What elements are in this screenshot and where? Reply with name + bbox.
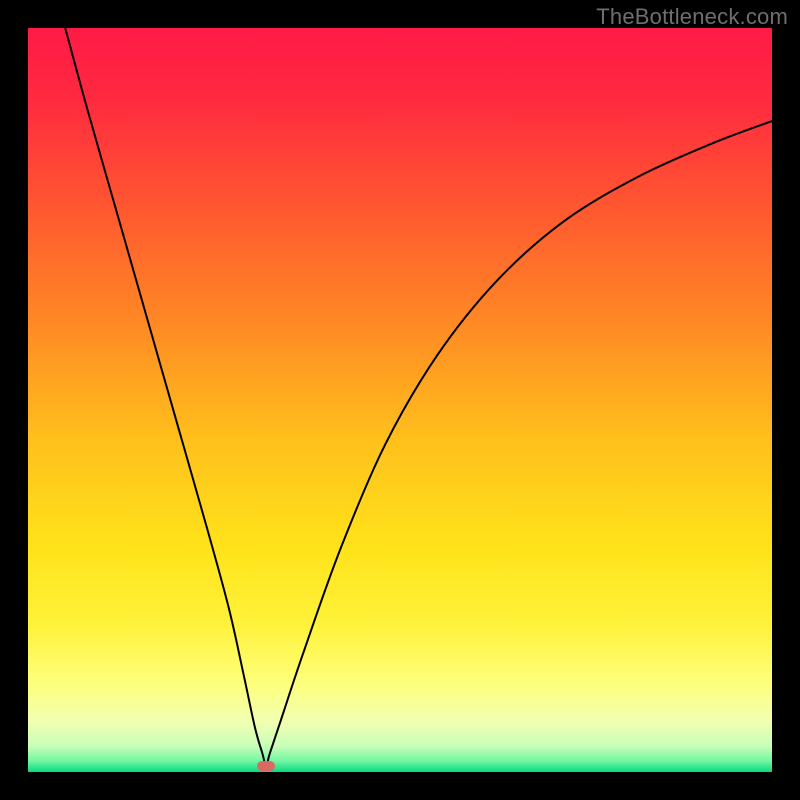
chart-plot-area bbox=[28, 28, 772, 772]
optimal-point-marker bbox=[257, 761, 275, 771]
watermark-text: TheBottleneck.com bbox=[596, 4, 788, 30]
chart-curve bbox=[28, 28, 772, 772]
